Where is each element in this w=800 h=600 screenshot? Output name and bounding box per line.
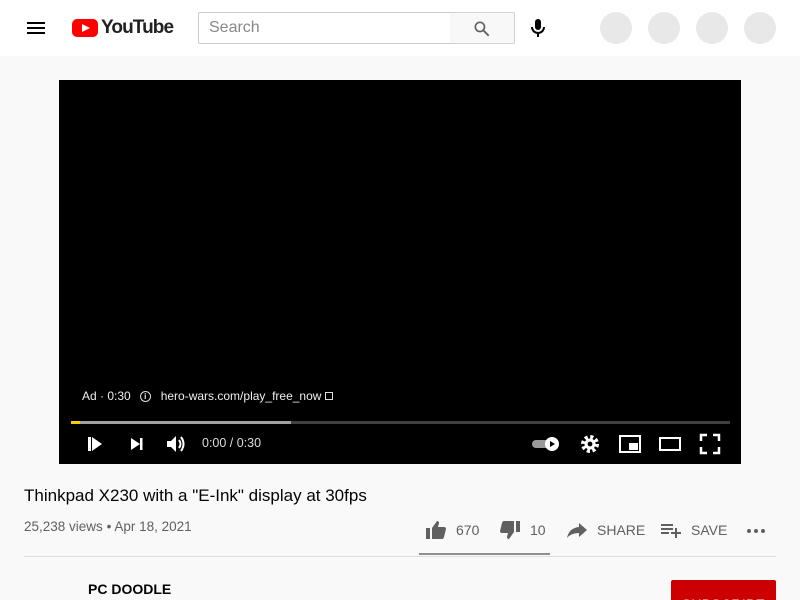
ad-link[interactable]: hero-wars.com/play_free_now — [161, 389, 322, 403]
top-bar: YouTube — [0, 0, 800, 56]
ad-info: Ad · 0:30 i hero-wars.com/play_free_now — [82, 389, 334, 403]
skip-next-icon — [131, 438, 143, 450]
logo-text: YouTube — [101, 17, 174, 38]
sentiment-likes — [419, 553, 548, 555]
channel-name[interactable]: PC DOODLE — [88, 581, 171, 597]
fullscreen-icon — [699, 433, 721, 455]
subscribe-button[interactable]: SUBSCRIBE — [671, 580, 776, 600]
avatar[interactable] — [744, 12, 776, 44]
playlist-add-icon — [661, 524, 681, 538]
external-link-icon — [325, 392, 334, 400]
play-button[interactable] — [83, 432, 107, 456]
fullscreen-button[interactable] — [698, 432, 722, 456]
progress-loaded — [71, 421, 292, 424]
theater-icon — [659, 437, 681, 451]
video-meta: 25,238 views • Apr 18, 2021 — [24, 519, 192, 534]
view-count: 25,238 views — [24, 519, 103, 534]
autoplay-toggle[interactable] — [531, 432, 561, 456]
miniplayer-icon — [619, 435, 641, 453]
gear-icon — [581, 435, 599, 453]
settings-button[interactable] — [578, 432, 602, 456]
mic-icon[interactable] — [526, 16, 550, 40]
share-button[interactable]: SHARE — [565, 515, 645, 545]
time-display: 0:00 / 0:30 — [202, 436, 262, 450]
video-title: Thinkpad X230 with a "E-Ink" display at … — [24, 486, 367, 505]
youtube-logo[interactable]: YouTube — [72, 17, 174, 39]
youtube-play-icon — [72, 19, 98, 37]
volume-button[interactable] — [164, 432, 188, 456]
upload-date: Apr 18, 2021 — [114, 519, 192, 534]
share-icon — [567, 523, 587, 538]
video-player[interactable]: Ad · 0:30 i hero-wars.com/play_free_now … — [59, 80, 741, 464]
info-icon[interactable]: i — [139, 390, 151, 402]
dislike-count: 10 — [530, 522, 546, 538]
sentiment-bar — [419, 553, 550, 555]
search-input[interactable] — [198, 12, 451, 44]
dislike-button[interactable]: 10 — [498, 515, 546, 545]
apps-icon[interactable] — [648, 12, 680, 44]
more-actions-button[interactable] — [744, 515, 776, 545]
share-label: SHARE — [597, 522, 646, 538]
search-button[interactable] — [450, 12, 515, 44]
ad-label: Ad · 0:30 — [82, 389, 131, 403]
save-button[interactable]: SAVE — [659, 515, 727, 545]
progress-bar[interactable] — [71, 421, 730, 424]
miniplayer-button[interactable] — [618, 432, 642, 456]
like-button[interactable]: 670 — [424, 515, 479, 545]
divider — [24, 556, 776, 557]
save-label: SAVE — [691, 522, 728, 538]
progress-played — [71, 421, 81, 424]
search-icon — [474, 21, 490, 37]
next-button[interactable] — [125, 432, 149, 456]
thumbs-up-icon — [426, 521, 446, 539]
volume-icon — [167, 436, 185, 452]
thumbs-down-icon — [500, 521, 520, 539]
create-icon[interactable] — [600, 12, 632, 44]
notifications-icon[interactable] — [696, 12, 728, 44]
more-horizontal-icon — [747, 529, 765, 533]
menu-icon[interactable] — [24, 16, 48, 40]
theater-mode-button[interactable] — [658, 432, 682, 456]
play-pause-icon — [88, 437, 102, 451]
autoplay-icon — [532, 437, 559, 451]
like-count: 670 — [456, 522, 480, 538]
